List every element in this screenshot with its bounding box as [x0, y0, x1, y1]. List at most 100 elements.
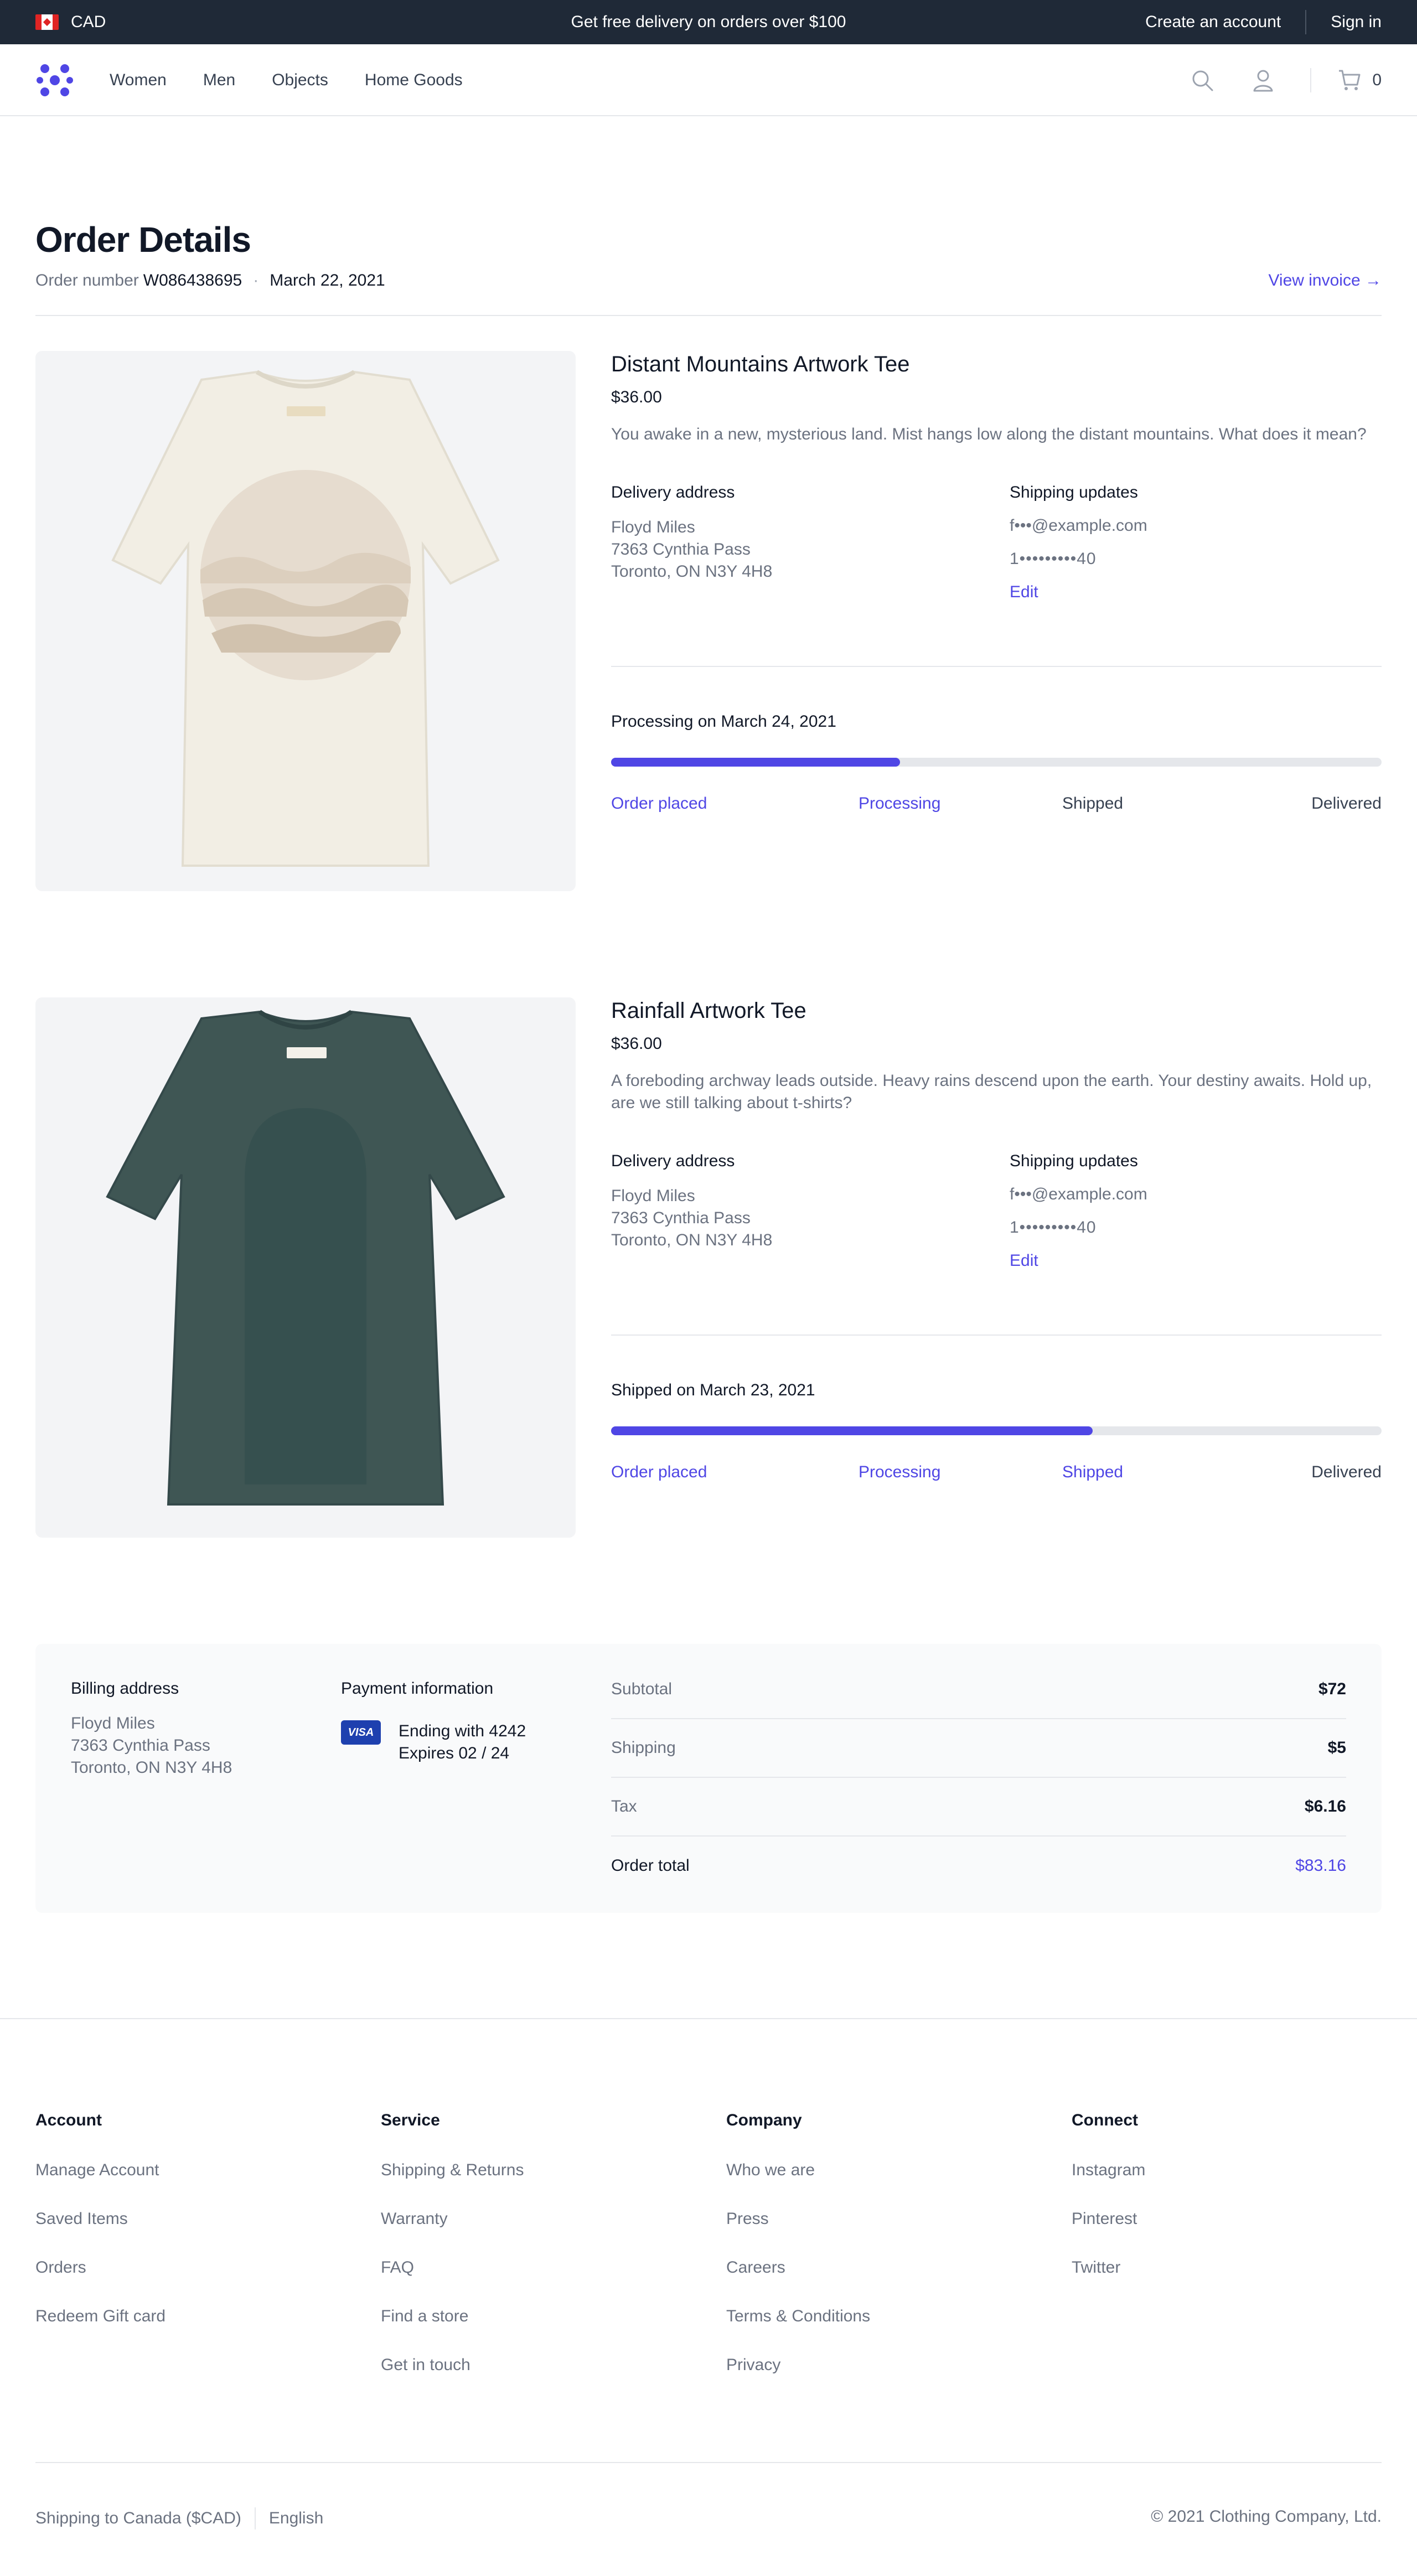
shipping-phone: 1•••••••••40 — [1010, 1218, 1097, 1237]
product-description: A foreboding archway leads outside. Heav… — [611, 1072, 1372, 1112]
footer-link[interactable]: Who we are — [726, 2161, 870, 2210]
brand-logo-icon[interactable] — [35, 61, 74, 100]
copyright: © 2021 Clothing Company, Ltd. — [1151, 2507, 1382, 2526]
step-delivered: Delivered — [1311, 1463, 1382, 1481]
view-invoice-link[interactable]: View invoice → — [1268, 271, 1382, 290]
step-order-placed: Order placed — [611, 794, 707, 813]
shipping-region-selector[interactable]: Shipping to Canada ($CAD) — [35, 2509, 241, 2528]
divider — [611, 1334, 1382, 1336]
order-summary: Billing address Floyd Miles 7363 Cynthia… — [35, 1644, 1382, 1913]
canada-flag-icon — [35, 14, 59, 30]
language-selector[interactable]: English — [269, 2509, 323, 2528]
sign-in-link[interactable]: Sign in — [1331, 13, 1382, 32]
edit-shipping-link[interactable]: Edit — [1010, 1251, 1147, 1270]
cart-icon[interactable] — [1336, 66, 1363, 94]
shipping-phone: 1•••••••••40 — [1010, 550, 1097, 568]
order-number-label: Order number — [35, 271, 139, 289]
payment-information-label: Payment information — [341, 1679, 494, 1698]
totals-table: Subtotal $72 Shipping $5 Tax $6.16 Order to… — [611, 1661, 1346, 1895]
order-status: Processing on March 24, 2021 — [611, 712, 836, 731]
progress-fill — [611, 1426, 1093, 1435]
delivery-address: Floyd Miles 7363 Cynthia Pass Toronto, O… — [611, 518, 773, 581]
step-delivered: Delivered — [1311, 794, 1382, 813]
footer-link[interactable]: Warranty — [381, 2210, 524, 2258]
divider — [1310, 68, 1312, 92]
currency-label: CAD — [71, 13, 106, 31]
shipping-updates-label: Shipping updates — [1010, 1152, 1138, 1170]
order-total-row: Order total $83.16 — [611, 1856, 1346, 1875]
nav-link-home-goods[interactable]: Home Goods — [365, 71, 463, 90]
currency-selector[interactable]: CAD — [35, 0, 106, 44]
user-icon[interactable] — [1249, 66, 1277, 94]
step-shipped: Shipped — [1062, 794, 1124, 813]
product-image — [35, 351, 576, 891]
footer-column-account: Account Manage Account Saved Items Order… — [35, 2111, 166, 2356]
footer-link[interactable]: Privacy — [726, 2356, 870, 2404]
footer-link[interactable]: Redeem Gift card — [35, 2307, 166, 2356]
divider — [35, 2462, 1382, 2463]
separator-dot: · — [253, 271, 259, 289]
footer-link[interactable]: Find a store — [381, 2307, 524, 2356]
nav-link-women[interactable]: Women — [110, 71, 167, 90]
product-name[interactable]: Distant Mountains Artwork Tee — [611, 352, 1382, 377]
footer-column-service: Service Shipping & Returns Warranty FAQ … — [381, 2111, 524, 2404]
product-description: You awake in a new, mysterious land. Mis… — [611, 425, 1367, 443]
footer-link[interactable]: Pinterest — [1072, 2210, 1145, 2258]
product-price: $36.00 — [611, 388, 662, 406]
card-ending: Ending with 4242 — [399, 1722, 526, 1740]
footer-link[interactable]: Terms & Conditions — [726, 2307, 870, 2356]
step-processing: Processing — [859, 1463, 941, 1481]
progress-steps: Order placed Processing Shipped Delivere… — [611, 794, 1382, 816]
footer-link[interactable]: FAQ — [381, 2258, 524, 2307]
cart-count[interactable]: 0 — [1372, 71, 1382, 90]
divider — [611, 666, 1382, 667]
footer-heading: Connect — [1072, 2111, 1138, 2129]
footer-column-company: Company Who we are Press Careers Terms &… — [726, 2111, 870, 2404]
main-nav: Women Men Objects Home Goods 0 — [0, 44, 1417, 116]
footer-link[interactable]: Instagram — [1072, 2161, 1145, 2210]
product-info: Rainfall Artwork Tee $36.00 A foreboding… — [611, 999, 1382, 1485]
shipping-email: f•••@example.com — [1010, 516, 1147, 535]
footer-heading: Service — [381, 2111, 440, 2129]
step-processing: Processing — [859, 794, 941, 813]
footer-link[interactable]: Shipping & Returns — [381, 2161, 524, 2210]
top-banner: CAD Get free delivery on orders over $10… — [0, 0, 1417, 44]
product-image — [35, 997, 576, 1538]
footer-link[interactable]: Saved Items — [35, 2210, 166, 2258]
divider — [35, 315, 1382, 316]
create-account-link[interactable]: Create an account — [1145, 13, 1281, 32]
product-price: $36.00 — [611, 1034, 662, 1053]
edit-shipping-link[interactable]: Edit — [1010, 583, 1147, 602]
footer-heading: Account — [35, 2111, 102, 2129]
tshirt-image — [111, 370, 500, 867]
card-expiry: Expires 02 / 24 — [399, 1744, 510, 1762]
footer-link[interactable]: Careers — [726, 2258, 870, 2307]
progress-fill — [611, 758, 900, 767]
divider — [1305, 10, 1307, 34]
totals-row: Tax $6.16 — [611, 1778, 1346, 1837]
footer-bottom: Shipping to Canada ($CAD) English — [35, 2507, 323, 2530]
shipping-updates-label: Shipping updates — [1010, 483, 1138, 501]
order-meta: Order number W086438695 · March 22, 2021 — [35, 271, 385, 290]
order-date: March 22, 2021 — [270, 271, 385, 289]
divider — [0, 2018, 1417, 2019]
footer-column-connect: Connect Instagram Pinterest Twitter — [1072, 2111, 1145, 2307]
progress-bar — [611, 758, 1382, 767]
page-title: Order Details — [35, 220, 251, 260]
billing-address-label: Billing address — [71, 1679, 179, 1698]
footer-link[interactable]: Twitter — [1072, 2258, 1145, 2307]
nav-link-men[interactable]: Men — [203, 71, 235, 90]
progress-bar — [611, 1426, 1382, 1435]
shipping-email: f•••@example.com — [1010, 1185, 1147, 1203]
nav-link-objects[interactable]: Objects — [272, 71, 328, 90]
footer-link[interactable]: Manage Account — [35, 2161, 166, 2210]
footer-link[interactable]: Get in touch — [381, 2356, 524, 2404]
order-status: Shipped on March 23, 2021 — [611, 1381, 815, 1399]
footer-link[interactable]: Press — [726, 2210, 870, 2258]
product-name[interactable]: Rainfall Artwork Tee — [611, 999, 1382, 1023]
product-info: Distant Mountains Artwork Tee $36.00 You… — [611, 352, 1382, 816]
step-shipped: Shipped — [1062, 1463, 1124, 1481]
search-icon[interactable] — [1188, 66, 1216, 94]
delivery-address-label: Delivery address — [611, 1152, 735, 1170]
footer-link[interactable]: Orders — [35, 2258, 166, 2307]
